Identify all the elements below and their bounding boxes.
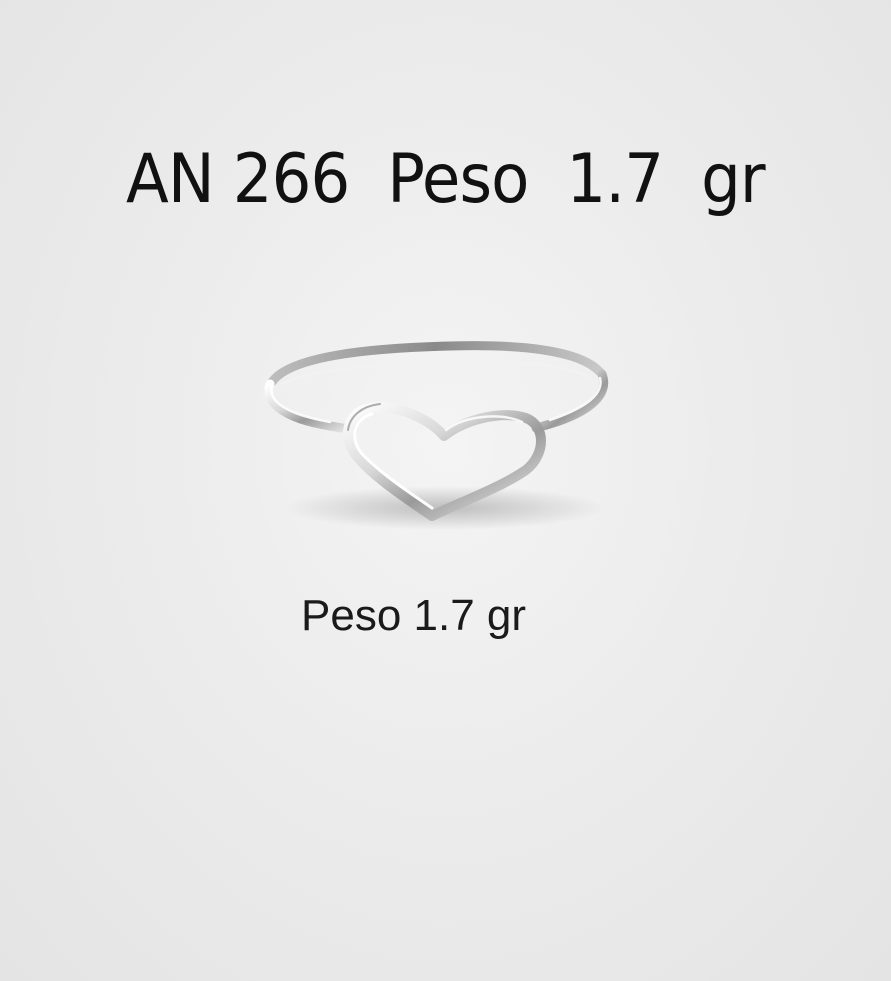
ring-band-front-right <box>531 369 609 433</box>
weight-caption: Peso 1.7 gr <box>301 591 527 640</box>
heart-ring-icon <box>264 341 609 530</box>
product-title: AN 266 Peso 1.7 gr <box>126 140 766 219</box>
